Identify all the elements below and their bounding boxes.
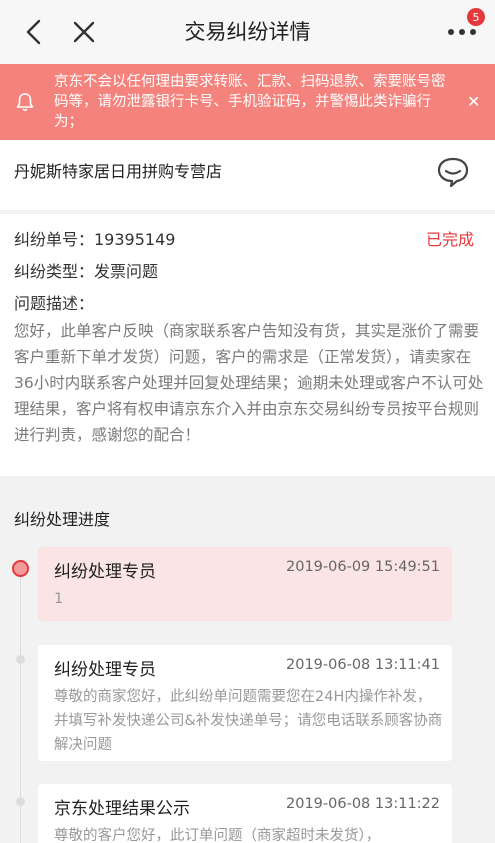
bell-icon (16, 93, 34, 112)
security-notice: 京东不会以任何理由要求转账、汇款、扫码退款、索要账号密码等，请勿泄露银行卡号、手… (0, 64, 495, 140)
status-badge: 已完成 (426, 230, 475, 249)
notice-text: 京东不会以任何理由要求转账、汇款、扫码退款、索要账号密码等，请勿泄露银行卡号、手… (54, 74, 446, 130)
dispute-number: 纠纷单号：19395149 (14, 230, 176, 249)
progress-role: 纠纷处理专员 (54, 562, 156, 582)
description-text: 您好，此单客户反映（商家联系客户告知没有货，其实是涨价了需要客户重新下单才发货）… (14, 322, 484, 444)
progress-role: 纠纷处理专员 (54, 660, 156, 680)
progress-body: 尊敬的客户您好，此订单问题（商家超时未发货）， (54, 828, 381, 843)
dispute-info: 纠纷单号：19395149 已完成 纠纷类型：发票问题 问题描述： 您好，此单客… (0, 214, 495, 476)
progress-time: 2019-06-08 13:11:22 (286, 796, 440, 812)
timeline-dot-active (12, 560, 29, 577)
shop-name: 丹妮斯特家居日用拼购专营店 (14, 162, 223, 181)
progress-body: 尊敬的商家您好，此纠纷单问题需要您在24H内操作补发，并填写补发快递公司&补发快… (54, 689, 443, 753)
progress-card: 纠纷处理专员 2019-06-09 15:49:51 1 (38, 547, 452, 621)
dispute-type: 纠纷类型：发票问题 (14, 262, 159, 281)
customer-service-chat-icon[interactable] (436, 156, 470, 188)
timeline-dot (16, 797, 25, 806)
progress-time: 2019-06-09 15:49:51 (286, 559, 440, 575)
close-notice-icon[interactable]: ✕ (467, 92, 480, 111)
description-label: 问题描述： (14, 294, 95, 313)
progress-body: 1 (54, 591, 64, 607)
top-bar: 交易纠纷详情 5 (0, 0, 495, 64)
message-count-badge: 5 (467, 8, 485, 26)
progress-role: 京东处理结果公示 (54, 799, 190, 819)
progress-card: 京东处理结果公示 2019-06-08 13:11:22 尊敬的客户您好，此订单… (38, 784, 452, 843)
more-dots-icon (448, 29, 476, 35)
progress-card: 纠纷处理专员 2019-06-08 13:11:41 尊敬的商家您好，此纠纷单问… (38, 645, 452, 761)
progress-title: 纠纷处理进度 (14, 510, 111, 529)
progress-time: 2019-06-08 13:11:41 (286, 657, 440, 673)
timeline-dot (16, 655, 25, 664)
shop-row[interactable]: 丹妮斯特家居日用拼购专营店 (0, 140, 495, 210)
page-title: 交易纠纷详情 (184, 20, 311, 44)
